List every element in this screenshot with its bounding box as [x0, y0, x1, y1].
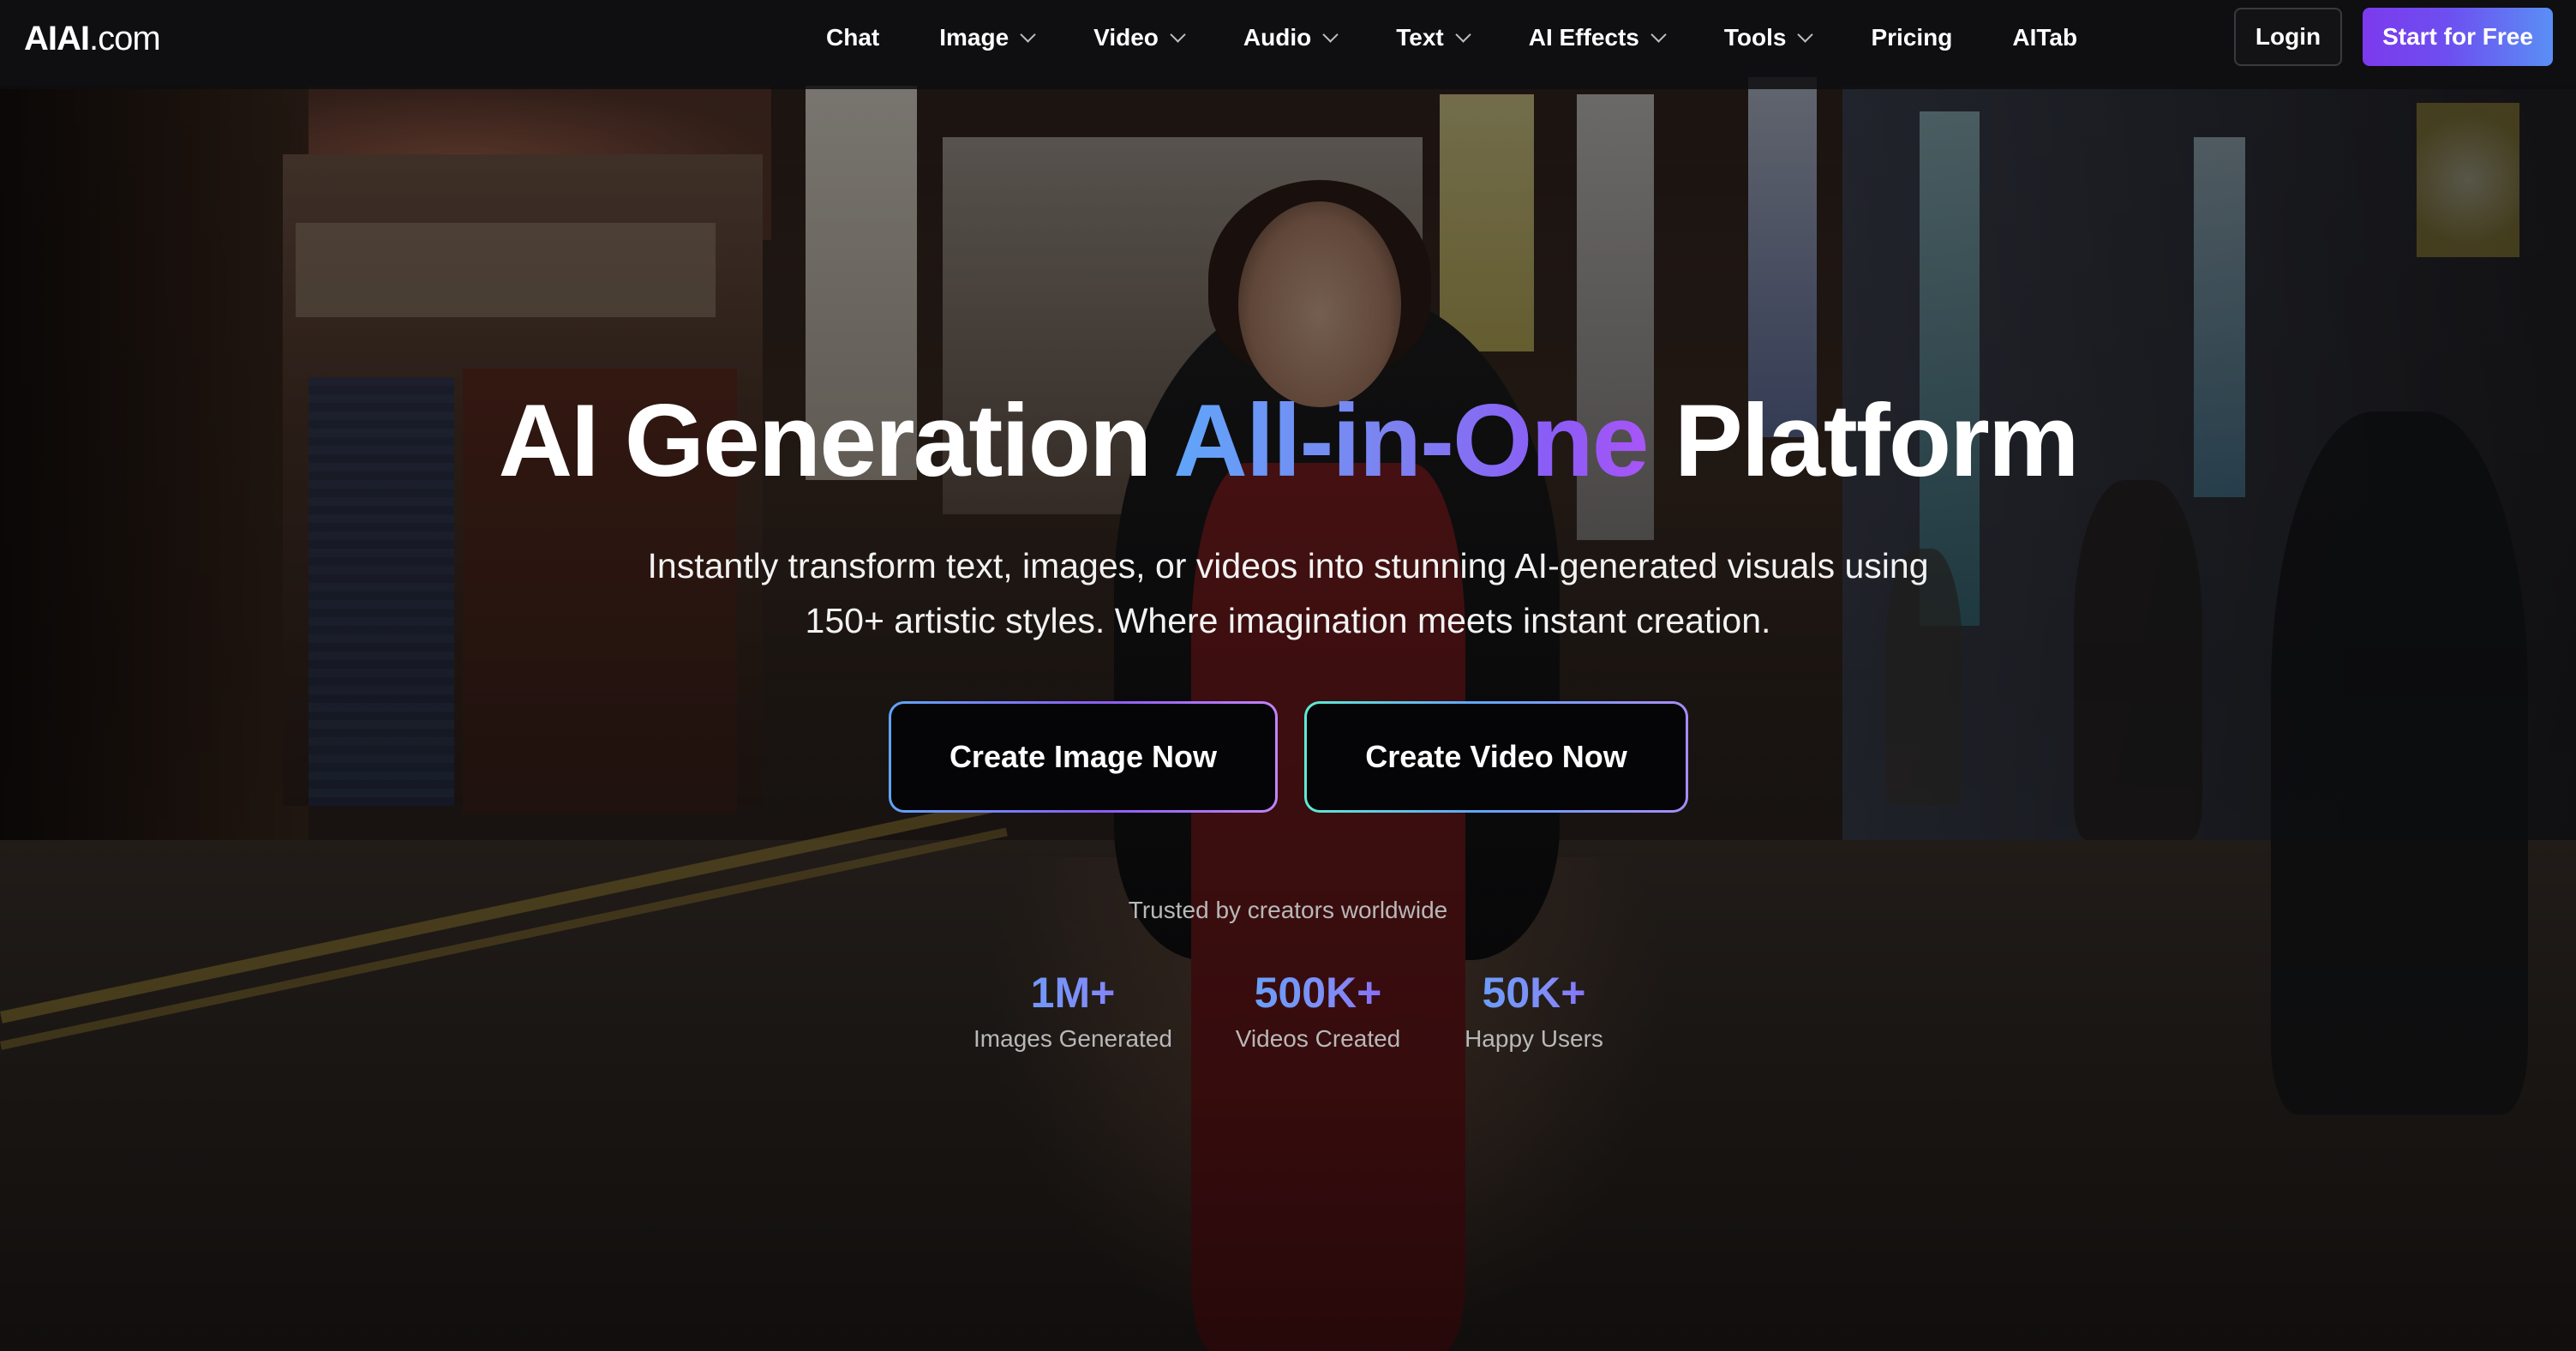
- nav-item-label: AI Effects: [1528, 24, 1639, 51]
- nav-item-label: Image: [939, 24, 1009, 51]
- hero-dark-overlay: [0, 0, 2576, 1351]
- stat-happy-users: 50K+ Happy Users: [1448, 965, 1620, 1053]
- create-image-button[interactable]: Create Image Now: [889, 701, 1278, 813]
- create-video-button[interactable]: Create Video Now: [1304, 701, 1688, 813]
- nav-item-label: Tools: [1723, 24, 1787, 51]
- stat-value: 1M+: [964, 965, 1182, 1020]
- login-button[interactable]: Login: [2234, 8, 2342, 66]
- nav-item-image[interactable]: Image: [939, 24, 1036, 51]
- chevron-down-icon: [1170, 26, 1186, 43]
- create-video-button-label: Create Video Now: [1307, 704, 1686, 810]
- trusted-tagline: Trusted by creators worldwide: [1128, 897, 1448, 923]
- stat-value: 500K+: [1225, 965, 1411, 1020]
- stat-value: 50K+: [1448, 965, 1620, 1020]
- nav-item-audio[interactable]: Audio: [1243, 24, 1339, 51]
- landing-page: AIAI.com Chat Image Video Audio Text AI …: [0, 0, 2576, 1351]
- chevron-down-icon: [1020, 26, 1036, 43]
- hero-subtitle: Instantly transform text, images, or vid…: [431, 538, 2145, 648]
- chevron-down-icon: [1650, 26, 1667, 43]
- nav-item-label: Video: [1093, 24, 1159, 51]
- start-for-free-button[interactable]: Start for Free: [2363, 8, 2553, 66]
- chevron-down-icon: [1797, 26, 1814, 43]
- stat-label: Happy Users: [1465, 1025, 1603, 1052]
- nav-item-ai-effects[interactable]: AI Effects: [1528, 24, 1667, 51]
- hero-title-highlight: All-in-One: [1173, 383, 1649, 498]
- create-image-button-label: Create Image Now: [891, 704, 1275, 810]
- logo-text-strong: AIAI: [24, 20, 90, 57]
- stat-label: Videos Created: [1235, 1025, 1401, 1052]
- hero-title-part2: Platform: [1647, 383, 2080, 498]
- hero-title: AI Generation All-in-One Platform: [0, 381, 2576, 501]
- nav-item-chat[interactable]: Chat: [826, 24, 879, 51]
- nav-item-label: Audio: [1243, 24, 1312, 51]
- stat-label: Images Generated: [973, 1025, 1172, 1052]
- nav-links: Chat Image Video Audio Text AI Effects T…: [826, 0, 2137, 75]
- stat-images-generated: 1M+ Images Generated: [964, 965, 1182, 1053]
- nav-item-video[interactable]: Video: [1093, 24, 1186, 51]
- nav-item-pricing[interactable]: Pricing: [1871, 24, 1952, 51]
- chevron-down-icon: [1455, 26, 1471, 43]
- nav-item-text[interactable]: Text: [1396, 24, 1471, 51]
- nav-item-label: Chat: [826, 24, 880, 51]
- stat-videos-created: 500K+ Videos Created: [1225, 965, 1411, 1053]
- nav-item-label: AITab: [2012, 24, 2078, 51]
- hero-subtitle-line1: Instantly transform text, images, or vid…: [647, 546, 1929, 585]
- hero-title-part1: AI Generation: [498, 383, 1174, 498]
- nav-item-aitab[interactable]: AITab: [2012, 24, 2077, 51]
- chevron-down-icon: [1322, 26, 1339, 43]
- logo-text-light: .com: [89, 20, 161, 57]
- site-logo[interactable]: AIAI.com: [24, 17, 161, 60]
- nav-item-tools[interactable]: Tools: [1723, 24, 1814, 51]
- nav-item-label: Pricing: [1871, 24, 1953, 51]
- nav-item-label: Text: [1396, 24, 1444, 51]
- hero-subtitle-line2: 150+ artistic styles. Where imagination …: [805, 601, 1771, 640]
- top-navbar: AIAI.com Chat Image Video Audio Text AI …: [0, 0, 2576, 89]
